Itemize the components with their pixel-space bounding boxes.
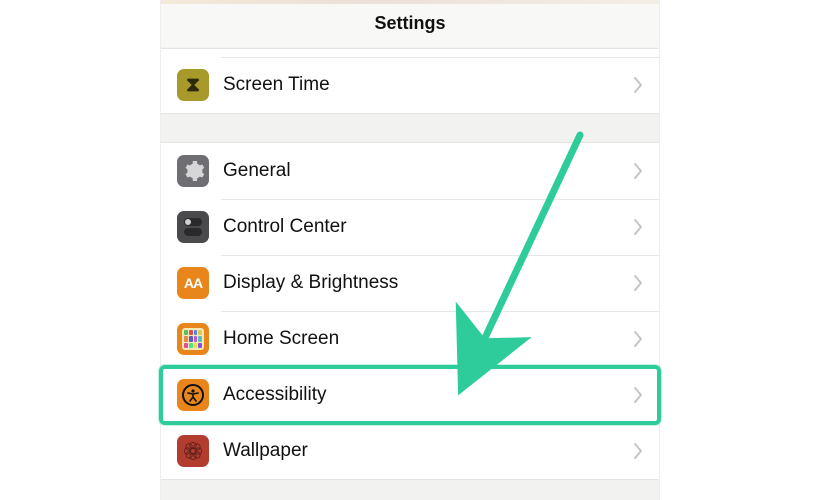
navbar-title: Settings	[374, 13, 445, 34]
flower-icon	[177, 435, 209, 467]
chevron-right-icon	[633, 331, 643, 347]
row-general[interactable]: General	[161, 143, 659, 199]
row-label: Home Screen	[223, 328, 633, 350]
settings-panel: Settings ⧗ Screen Time General Control C…	[160, 0, 660, 500]
row-wallpaper[interactable]: Wallpaper	[161, 423, 659, 479]
chevron-right-icon	[633, 387, 643, 403]
aa-icon: AA	[177, 267, 209, 299]
row-display-brightness[interactable]: AA Display & Brightness	[161, 255, 659, 311]
chevron-right-icon	[633, 163, 643, 179]
toggles-icon	[177, 211, 209, 243]
row-control-center[interactable]: Control Center	[161, 199, 659, 255]
navbar: Settings	[161, 0, 659, 48]
chevron-right-icon	[633, 219, 643, 235]
settings-group-1: General Control Center AA Display & Brig…	[161, 142, 659, 480]
row-label: Wallpaper	[223, 440, 633, 462]
row-label: Control Center	[223, 216, 633, 238]
row-accessibility[interactable]: Accessibility	[161, 367, 659, 423]
chevron-right-icon	[633, 77, 643, 93]
row-label: Screen Time	[223, 74, 633, 96]
row-label: Accessibility	[223, 384, 633, 406]
grid-icon	[177, 323, 209, 355]
chevron-right-icon	[633, 275, 643, 291]
row-home-screen[interactable]: Home Screen	[161, 311, 659, 367]
chevron-right-icon	[633, 443, 643, 459]
row-screen-time[interactable]: ⧗ Screen Time	[161, 57, 659, 113]
gear-icon	[177, 155, 209, 187]
row-hidden-above[interactable]	[161, 49, 659, 57]
hourglass-icon: ⧗	[177, 69, 209, 101]
row-label: Display & Brightness	[223, 272, 633, 294]
settings-group-0: ⧗ Screen Time	[161, 48, 659, 114]
accessibility-icon	[177, 379, 209, 411]
row-label: General	[223, 160, 633, 182]
